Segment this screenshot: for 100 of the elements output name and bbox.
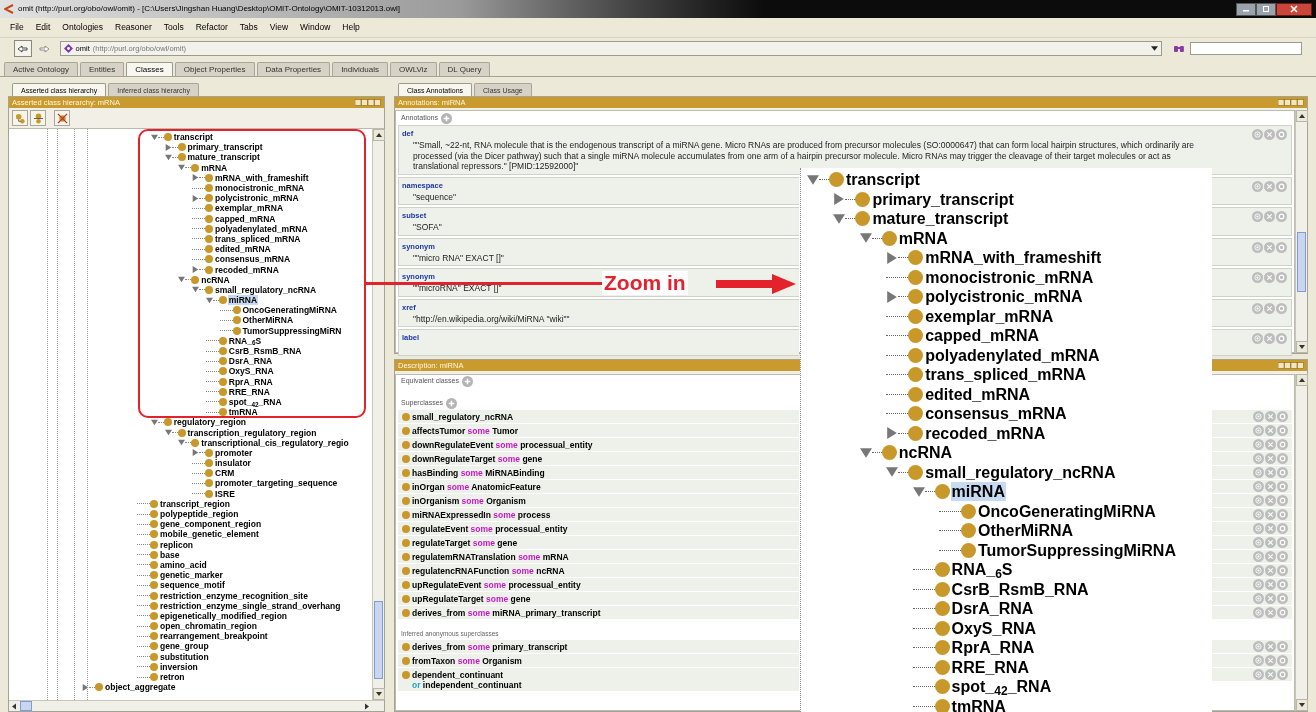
- superclass-row[interactable]: upRegulateEvent some processual_entity: [398, 578, 799, 591]
- menu-item[interactable]: Window: [300, 21, 331, 34]
- class-expression[interactable]: hasBinding some MiRNABinding: [412, 467, 545, 478]
- class-name[interactable]: exemplar_mRNA: [924, 306, 1055, 326]
- edit-button[interactable]: [1276, 241, 1287, 253]
- class-expression[interactable]: downRegulateEvent some processual_entity: [412, 439, 593, 450]
- delete-button[interactable]: [1265, 411, 1276, 422]
- delete-button[interactable]: [1265, 641, 1276, 652]
- edit-button[interactable]: [1276, 333, 1287, 344]
- expanded-arrow-icon[interactable]: [912, 485, 925, 498]
- expanded-arrow-icon[interactable]: [178, 164, 186, 172]
- scroll-down-icon[interactable]: [373, 688, 385, 700]
- class-name[interactable]: small_regulatory_ncRNA: [214, 284, 318, 295]
- class-name[interactable]: ISRE: [214, 488, 236, 499]
- class-name[interactable]: TumorSuppressingMiRN: [241, 325, 343, 336]
- edit-button[interactable]: [1277, 481, 1288, 492]
- edit-button[interactable]: [1277, 551, 1288, 562]
- class-name[interactable]: RprA_RNA: [227, 376, 274, 387]
- collapsed-arrow-icon[interactable]: [164, 143, 172, 151]
- vertical-scrollbar[interactable]: [1295, 374, 1307, 711]
- delete-button[interactable]: [1265, 523, 1276, 534]
- class-name[interactable]: mRNA: [897, 228, 949, 248]
- edit-button[interactable]: [1276, 180, 1287, 192]
- delete-button[interactable]: [1265, 565, 1276, 576]
- expanded-arrow-icon[interactable]: [859, 446, 872, 459]
- dropdown-caret-icon[interactable]: [1151, 46, 1159, 51]
- class-name[interactable]: OxyS_RNA: [227, 366, 275, 377]
- search-field[interactable]: [1190, 42, 1302, 55]
- collapsed-arrow-icon[interactable]: [886, 427, 899, 440]
- class-name[interactable]: OncoGeneratingMiRNA: [977, 501, 1157, 521]
- menu-item[interactable]: Ontologies: [62, 21, 103, 34]
- tab[interactable]: Classes: [126, 62, 173, 76]
- superclass-row[interactable]: miRNAExpressedIn some process: [398, 508, 799, 521]
- class-expression[interactable]: fromTaxon some Organism: [412, 655, 522, 666]
- collapsed-arrow-icon[interactable]: [833, 193, 846, 206]
- edit-button[interactable]: [1277, 537, 1288, 548]
- class-name[interactable]: restriction_enzyme_recognition_site: [159, 590, 309, 601]
- superclass-row[interactable]: inOrgan some AnatomicFeature: [398, 480, 799, 493]
- class-name[interactable]: rearrangement_breakpoint: [159, 631, 269, 642]
- edit-button[interactable]: [1277, 439, 1288, 450]
- scroll-up-icon[interactable]: [1296, 374, 1308, 386]
- class-name[interactable]: retron: [159, 672, 186, 683]
- delete-button[interactable]: [1264, 180, 1275, 192]
- scroll-down-icon[interactable]: [1296, 699, 1308, 711]
- class-name[interactable]: trans_spliced_mRNA: [924, 365, 1088, 385]
- delete-button[interactable]: [1264, 333, 1275, 344]
- collapsed-arrow-icon[interactable]: [886, 251, 899, 264]
- annotate-button[interactable]: [1253, 607, 1264, 618]
- delete-button[interactable]: [1264, 129, 1275, 140]
- annotate-button[interactable]: [1253, 551, 1264, 562]
- tab[interactable]: Active Ontology: [4, 62, 79, 76]
- class-name[interactable]: OxyS_RNA: [950, 618, 1038, 638]
- collapsed-arrow-icon[interactable]: [192, 266, 199, 274]
- edit-button[interactable]: [1277, 607, 1288, 618]
- class-name[interactable]: substitution: [159, 651, 210, 662]
- superclass-row[interactable]: derives_from some miRNA_primary_transcript: [398, 606, 799, 619]
- add-icon[interactable]: [446, 397, 458, 409]
- class-name[interactable]: transcription_regulatory_region: [186, 427, 318, 438]
- expanded-arrow-icon[interactable]: [150, 418, 158, 426]
- class-name[interactable]: sequence_motif: [159, 580, 226, 591]
- class-name[interactable]: RprA_RNA: [950, 638, 1036, 658]
- annotate-button[interactable]: [1253, 495, 1264, 506]
- delete-button[interactable]: [1265, 669, 1276, 680]
- edit-button[interactable]: [1277, 467, 1288, 478]
- annotate-button[interactable]: [1253, 411, 1264, 422]
- superclass-row[interactable]: upRegulateTarget some gene: [398, 592, 799, 605]
- annotate-button[interactable]: [1253, 655, 1264, 666]
- edit-button[interactable]: [1277, 641, 1288, 652]
- superclass-row[interactable]: dependent_continuant or independent_continuant: [398, 668, 799, 691]
- class-name[interactable]: RNA_$_{6}$S: [227, 335, 263, 346]
- class-expression[interactable]: derives_from some miRNA_primary_transcript: [412, 607, 601, 618]
- class-name[interactable]: gene_group: [159, 641, 210, 652]
- class-name[interactable]: trans_spliced_mRNA: [214, 233, 302, 244]
- class-name[interactable]: polycistronic_mRNA: [924, 287, 1084, 307]
- class-name[interactable]: ncRNA: [897, 443, 954, 463]
- class-name[interactable]: CRM: [214, 468, 236, 479]
- tab[interactable]: Entities: [80, 62, 125, 76]
- annotation-row[interactable]: [398, 125, 1292, 175]
- tab[interactable]: Object Properties: [174, 62, 255, 76]
- annotate-button[interactable]: [1252, 241, 1263, 253]
- class-name[interactable]: transcript: [845, 170, 921, 190]
- collapsed-arrow-icon[interactable]: [886, 290, 899, 303]
- delete-button[interactable]: [1265, 593, 1276, 604]
- annotate-button[interactable]: [1253, 425, 1264, 436]
- annotate-button[interactable]: [1253, 565, 1264, 576]
- edit-button[interactable]: [1277, 593, 1288, 604]
- class-name[interactable]: base: [159, 549, 181, 560]
- edit-button[interactable]: [1277, 565, 1288, 576]
- delete-button[interactable]: [1265, 607, 1276, 618]
- class-name[interactable]: tmRNA: [950, 696, 1007, 712]
- menu-item[interactable]: View: [269, 21, 289, 34]
- class-name[interactable]: transcriptional_cis_regulatory_regio: [200, 437, 350, 448]
- class-name[interactable]: mRNA_with_frameshift: [214, 172, 310, 183]
- class-name[interactable]: edited_mRNA: [924, 384, 1032, 404]
- expanded-arrow-icon[interactable]: [178, 276, 186, 284]
- delete-button[interactable]: [1264, 241, 1275, 253]
- delete-button[interactable]: [1265, 509, 1276, 520]
- class-name[interactable]: capped_mRNA: [924, 326, 1040, 346]
- class-name[interactable]: transcript: [172, 132, 214, 143]
- superclass-row[interactable]: inOrganism some Organism: [398, 494, 799, 507]
